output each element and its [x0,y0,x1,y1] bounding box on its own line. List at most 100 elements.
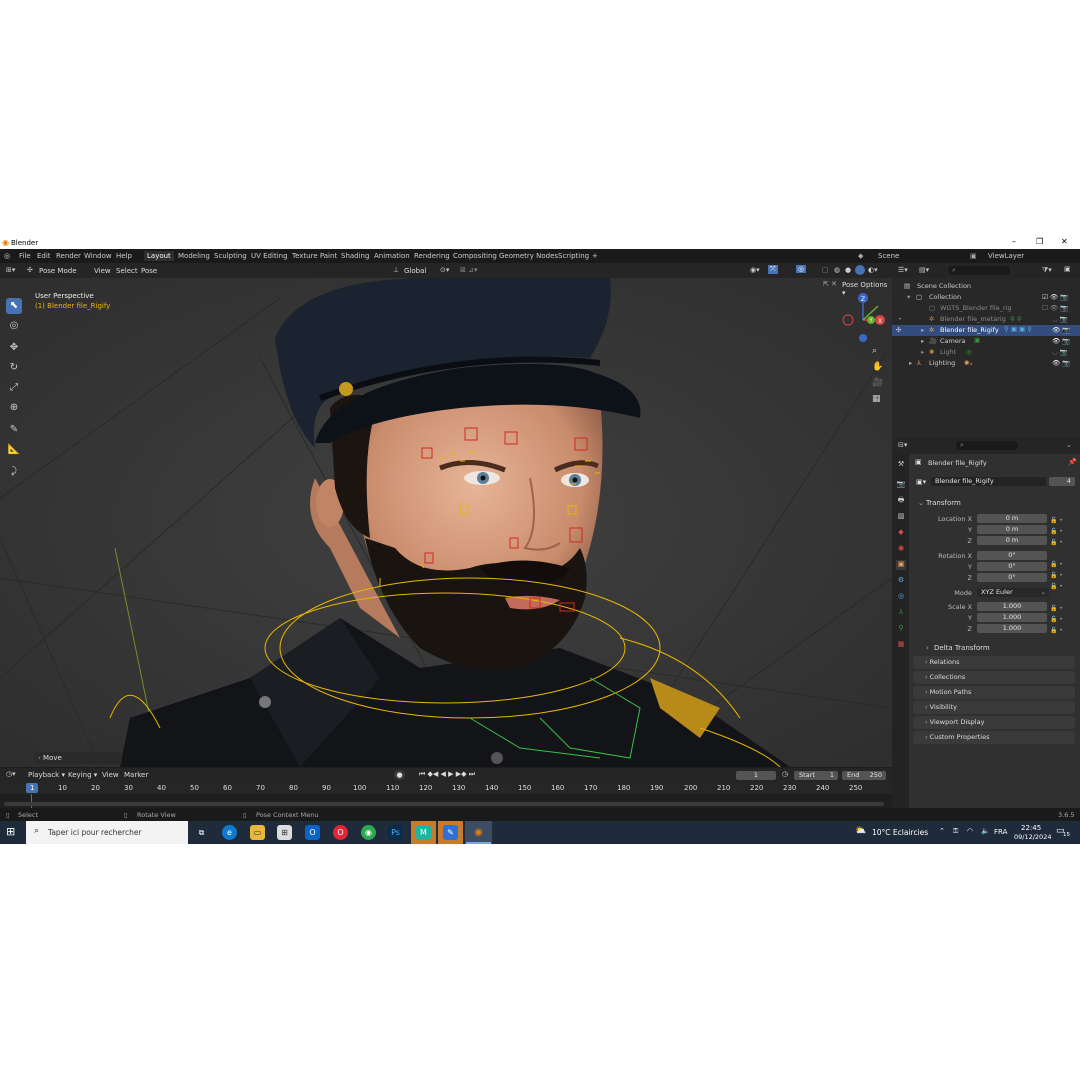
scale-y-field[interactable]: 1.000 [977,613,1047,622]
location-x-field[interactable]: 0 m [977,514,1047,523]
rotation-x-field[interactable]: 0° [977,551,1047,560]
ortho-grid-icon[interactable]: ▦ [872,394,881,404]
chevron-down-icon[interactable]: ▾ [907,293,910,301]
gizmo-toggle-icon[interactable]: ⤧ [768,265,778,274]
marker-menu[interactable]: Marker [124,771,148,779]
camera-view-icon[interactable]: 🎥 [872,378,883,388]
playback-menu[interactable]: Playback ▾ [28,771,65,779]
weather-icon[interactable]: ⛅ [855,826,866,836]
lock-icons[interactable]: 🔓 • 🔓 • 🔓 • 🔓 • 🔓 • 🔓 • 🔓 • 🔓 • 🔓 • [1050,515,1063,636]
maximize-icon[interactable]: ❐ [1036,237,1043,246]
wifi-icon[interactable]: ◠ [967,827,973,835]
view-menu[interactable]: View [94,267,111,275]
transform-tool-icon[interactable]: ⊕ [6,400,22,416]
panel-collections[interactable]: › Collections [913,671,1075,684]
scene-tab-icon[interactable]: ◆ [896,528,906,538]
chevron-right-icon[interactable]: ▸ [921,326,924,334]
eye-icon[interactable]: 👁 📷 [1052,326,1070,334]
menu-edit[interactable]: Edit [37,252,51,260]
weather-text[interactable]: 10°C Eclaircies [872,828,928,837]
scale-x-field[interactable]: 1.000 [977,602,1047,611]
bone-tab-icon[interactable]: ⚲ [896,624,906,634]
start-frame-field[interactable]: Start 1 [794,771,838,780]
pin-icon[interactable]: 📌 [1068,458,1077,466]
language-indicator[interactable]: FRA [994,828,1007,836]
sidebar-toggle-icon[interactable]: ⇱ ✕ [823,280,837,288]
minimize-icon[interactable]: – [1012,237,1016,246]
properties-editor[interactable]: ⊟▾ ⌕ ⌄ ⚒ 📷 🖶 ▨ ◆ ◉ ▣ ⚙ ◎ ⅄ ⚲ ▦ ▣ Blender… [892,438,1080,808]
clock-icon[interactable]: ◷ [782,770,788,778]
chevron-right-icon[interactable]: ▸ [909,359,912,367]
add-workspace-button[interactable]: + [592,252,598,260]
delta-transform-panel[interactable]: Delta Transform [934,644,990,652]
checkbox-icon[interactable]: ☑ 👁 📷 [1042,293,1068,301]
blender-logo-icon[interactable]: ◎ [4,252,10,260]
snap-icon[interactable]: ⊠ ⊿▾ [460,266,477,274]
scale-z-field[interactable]: 1.000 [977,624,1047,633]
output-tab-icon[interactable]: 🖶 [896,496,906,506]
m-app-icon[interactable]: M [416,825,431,840]
clock-time[interactable]: 22:45 [1021,824,1041,832]
timeline-view-menu[interactable]: View [102,771,119,779]
pose-options-dropdown[interactable]: Pose Options ▾ [842,281,892,297]
rotate-tool-icon[interactable]: ↻ [6,360,22,376]
outliner-item[interactable]: • ✲ Blender file_metarig ⚲ ⚲ ◡ 📷 [892,314,1080,325]
filter-icon[interactable]: ⧩▾ [1042,266,1052,275]
tab-texture-paint[interactable]: Texture Paint [292,252,337,260]
outlook-icon[interactable]: O [305,825,320,840]
transform-panel-title[interactable]: Transform [926,499,961,507]
view-layer-tab-icon[interactable]: ▨ [896,512,906,522]
world-tab-icon[interactable]: ◉ [896,544,906,554]
object-name-field[interactable]: Blender file_Rigify [931,477,1046,486]
close-icon[interactable]: ✕ [1061,237,1068,246]
move-tool-icon[interactable]: ✥ [6,340,22,356]
scale-tool-icon[interactable]: ⤢ [6,380,22,396]
record-icon[interactable]: ● [394,770,405,780]
shading-material-icon[interactable] [855,265,865,275]
outliner-item[interactable]: ▸ 🎥 Camera ▣ 👁 📷 [892,336,1080,347]
rotation-mode-dropdown[interactable]: XYZ Euler ⌄ [977,588,1049,597]
panel-relations[interactable]: › Relations [913,656,1075,669]
outliner-item-selected[interactable]: ✣ ▸ ✲ Blender file_Rigify ⚲ ▣ ▣ ⚲ 👁 📷 [892,325,1080,336]
new-collection-icon[interactable]: ▣ [1064,265,1071,273]
volume-icon[interactable]: 🔈 [981,827,990,835]
eye-icon[interactable]: 👁 📷 [1052,359,1070,367]
menu-file[interactable]: File [19,252,31,260]
zoom-icon[interactable]: ⌕ [872,346,877,356]
hidden-icon[interactable]: ◡ 📷 [1052,348,1068,356]
eye-icon[interactable]: 👁 📷 [1052,337,1070,345]
chevron-down-icon[interactable]: ⌄ [1066,441,1072,449]
tab-sculpting[interactable]: Sculpting [214,252,247,260]
pose-breakdown-tool-icon[interactable]: ⤸ [6,464,22,480]
timeline-scrollbar[interactable] [4,802,884,806]
outliner-item[interactable]: ▤ Scene Collection [892,281,1080,292]
outliner-type-icon[interactable]: ☰▾ [898,266,908,274]
shading-rendered-icon[interactable]: ◐▾ [868,266,878,274]
chevron-up-icon[interactable]: ⌃ [939,827,945,835]
chevron-right-icon[interactable]: ▸ [921,337,924,345]
modifier-tab-icon[interactable]: ⚙ [896,576,906,586]
pivot-icon[interactable]: ⊙▾ [440,266,449,274]
panel-motion-paths[interactable]: › Motion Paths [913,686,1075,699]
tab-geometry-nodes[interactable]: Geometry Nodes [499,252,558,260]
panel-visibility[interactable]: › Visibility [913,701,1075,714]
properties-type-icon[interactable]: ⊟▾ [898,441,907,449]
xray-icon[interactable]: ▢ [822,266,829,274]
playback-controls-icon[interactable]: ⏮ ◆◀ ◀ ▶ ▶◆ ⏭ [419,770,475,779]
select-tool-icon[interactable]: ⬉ [6,298,22,314]
orientation-dropdown[interactable]: Global [404,267,426,275]
panel-viewport-display[interactable]: › Viewport Display [913,716,1075,729]
tab-uv-editing[interactable]: UV Editing [251,252,288,260]
blender-taskbar-icon[interactable]: ◉ [471,825,486,840]
users-count[interactable]: 4 [1049,477,1075,486]
tab-compositing[interactable]: Compositing [453,252,497,260]
last-operator-panel[interactable]: › Move [34,752,122,764]
rotation-z-field[interactable]: 0° [977,573,1047,582]
tab-scripting[interactable]: Scripting [558,252,589,260]
clock-date[interactable]: 09/12/2024 [1014,833,1051,841]
timeline[interactable]: 1 10 20 30 40 50 60 70 80 90 100 110 120… [0,782,892,808]
tool-tab-icon[interactable]: ⚒ [896,460,906,470]
overlay-toggle-icon[interactable]: ◎ [796,265,807,273]
edge-icon[interactable]: e [222,825,237,840]
chevron-right-icon[interactable]: › [926,644,929,652]
